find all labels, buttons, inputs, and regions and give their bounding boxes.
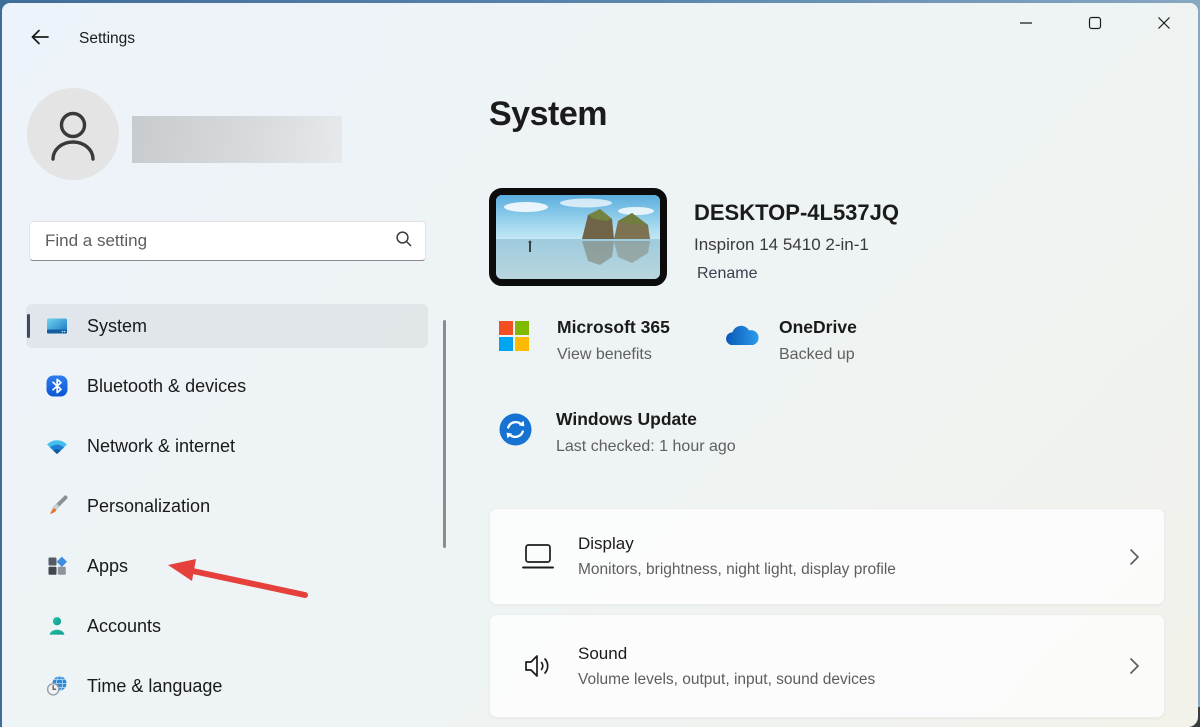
title-bar: Settings [2, 3, 1198, 67]
system-icon [45, 314, 69, 338]
card-subtitle: Volume levels, output, input, sound devi… [578, 670, 876, 688]
sidebar-item-label: Time & language [87, 675, 223, 696]
close-icon [1157, 16, 1171, 35]
sound-card[interactable]: Sound Volume levels, output, input, soun… [489, 614, 1165, 718]
promo-subtitle: View benefits [557, 346, 652, 363]
selection-pill [26, 314, 30, 338]
sidebar-item-label: Personalization [87, 495, 211, 516]
chevron-right-icon [1128, 657, 1140, 675]
user-profile[interactable] [27, 88, 357, 180]
avatar [27, 88, 119, 180]
sidebar-item-bluetooth-devices[interactable]: Bluetooth & devices [26, 364, 428, 408]
sidebar-scrollbar[interactable] [443, 320, 446, 548]
rename-button[interactable]: Rename [697, 265, 757, 283]
search-input[interactable] [45, 231, 395, 251]
network-icon [45, 434, 69, 458]
promo-subtitle: Backed up [779, 346, 855, 363]
settings-window: Settings Find a setting System Bluetooth… [2, 3, 1198, 727]
sidebar-item-apps[interactable]: Apps [26, 544, 428, 588]
sound-icon [522, 651, 554, 681]
chevron-right-icon [1128, 548, 1140, 566]
user-name-redacted [132, 116, 342, 163]
personalization-icon [45, 494, 69, 518]
minimize-button[interactable] [1003, 7, 1049, 43]
card-title: Display [578, 534, 634, 553]
close-button[interactable] [1141, 7, 1187, 43]
microsoft-365-tile[interactable]: Microsoft 365 View benefits [499, 317, 670, 364]
beach-wallpaper-image [496, 195, 660, 279]
page-title: System [489, 95, 607, 133]
accounts-icon [45, 614, 69, 638]
windows-update-icon [499, 413, 532, 446]
onedrive-tile[interactable]: OneDrive Backed up [721, 317, 857, 364]
sidebar-item-label: Network & internet [87, 435, 236, 456]
windows-update-tile[interactable]: Windows Update Last checked: 1 hour ago [499, 409, 736, 456]
display-card[interactable]: Display Monitors, brightness, night ligh… [489, 508, 1165, 605]
back-arrow-icon [29, 27, 51, 52]
sidebar-item-accounts[interactable]: Accounts [26, 604, 428, 648]
sidebar-item-label: Apps [87, 555, 129, 576]
device-thumbnail [489, 188, 667, 286]
sidebar-item-network-internet[interactable]: Network & internet [26, 424, 428, 468]
back-button[interactable] [24, 23, 56, 55]
person-icon [51, 111, 95, 161]
search-box[interactable] [29, 221, 426, 261]
sidebar-item-system[interactable]: System [26, 304, 428, 348]
onedrive-icon [721, 321, 759, 355]
main-content: System DESKTOP-4L537JQ Inspiron 14 5410 … [489, 67, 1198, 727]
sidebar-item-label: System [87, 315, 148, 336]
device-info: DESKTOP-4L537JQ Inspiron 14 5410 2-in-1 … [694, 188, 899, 283]
apps-icon [45, 554, 69, 578]
microsoft-365-icon [499, 321, 533, 355]
search-icon [395, 230, 413, 253]
bluetooth-icon [45, 374, 69, 398]
display-icon [522, 542, 554, 572]
maximize-button[interactable] [1072, 7, 1118, 43]
settings-cards: Display Monitors, brightness, night ligh… [489, 508, 1165, 727]
promo-title: OneDrive [779, 317, 857, 337]
sidebar-item-time-language[interactable]: Time & language [26, 664, 428, 708]
sidebar: System Bluetooth & devices [2, 67, 462, 727]
sidebar-item-label: Accounts [87, 615, 162, 636]
app-title: Settings [79, 30, 136, 47]
update-title: Windows Update [556, 409, 697, 429]
minimize-icon [1019, 16, 1033, 35]
sidebar-item-personalization[interactable]: Personalization [26, 484, 428, 528]
device-header: DESKTOP-4L537JQ Inspiron 14 5410 2-in-1 … [489, 188, 1165, 286]
sidebar-item-label: Bluetooth & devices [87, 375, 247, 396]
device-name: DESKTOP-4L537JQ [694, 200, 900, 225]
sidebar-nav: System Bluetooth & devices Network & int… [26, 304, 428, 724]
device-model: Inspiron 14 5410 2-in-1 [694, 235, 869, 254]
maximize-icon [1088, 16, 1102, 35]
card-title: Sound [578, 643, 628, 663]
promo-title: Microsoft 365 [557, 317, 670, 337]
time-language-icon [45, 674, 69, 698]
update-subtitle: Last checked: 1 hour ago [556, 438, 736, 455]
card-subtitle: Monitors, brightness, night light, displ… [578, 561, 896, 578]
